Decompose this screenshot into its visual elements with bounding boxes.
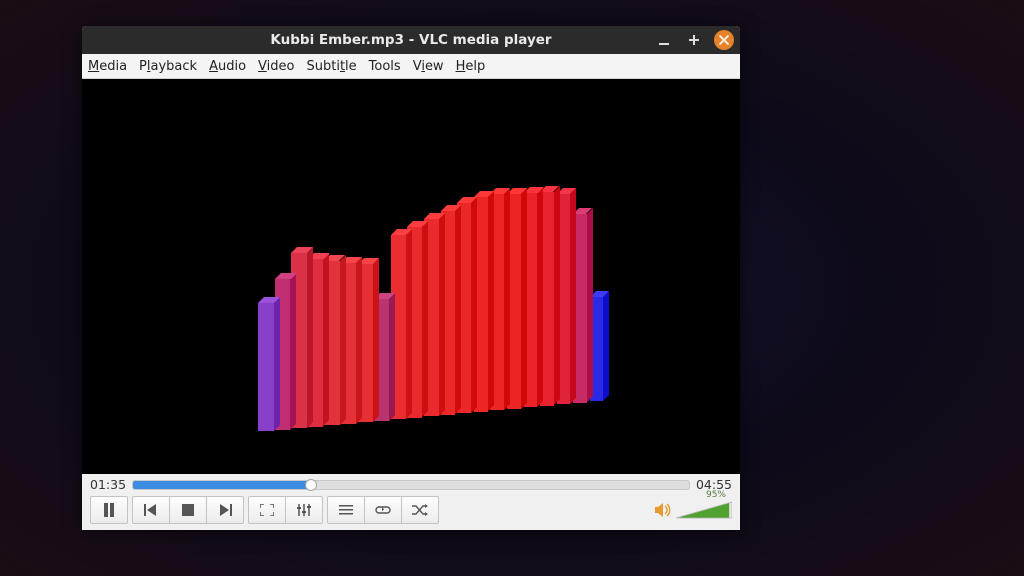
menu-playback[interactable]: Playback <box>139 59 197 74</box>
controls-row: 95% <box>82 492 740 530</box>
playlist-icon <box>339 504 353 516</box>
time-elapsed[interactable]: 01:35 <box>90 477 126 492</box>
menu-help[interactable]: Help <box>456 59 486 74</box>
speaker-icon[interactable] <box>654 502 672 518</box>
titlebar[interactable]: Kubbi Ember.mp3 - VLC media player <box>82 26 740 54</box>
menu-tools[interactable]: Tools <box>369 59 401 74</box>
fullscreen-icon <box>260 504 274 516</box>
pause-button[interactable] <box>90 496 128 524</box>
playlist-button[interactable] <box>327 496 365 524</box>
stop-button[interactable] <box>170 496 207 524</box>
close-button[interactable] <box>714 30 734 50</box>
previous-button[interactable] <box>132 496 170 524</box>
maximize-button[interactable] <box>684 30 704 50</box>
window-controls <box>654 26 734 54</box>
loop-icon <box>375 504 391 516</box>
seek-knob[interactable] <box>305 479 317 491</box>
pause-icon <box>103 503 115 517</box>
fullscreen-button[interactable] <box>248 496 286 524</box>
shuffle-icon <box>412 504 428 516</box>
window-title: Kubbi Ember.mp3 - VLC media player <box>270 32 551 48</box>
video-area[interactable] <box>82 79 740 474</box>
menu-view[interactable]: View <box>413 59 444 74</box>
menu-audio[interactable]: Audio <box>209 59 246 74</box>
menu-video[interactable]: Video <box>258 59 294 74</box>
volume-control: 95% <box>654 501 732 519</box>
extended-settings-button[interactable] <box>286 496 323 524</box>
equalizer-icon <box>297 504 311 516</box>
audio-visualizer <box>82 79 740 474</box>
previous-icon <box>144 504 158 516</box>
seek-row: 01:35 04:55 <box>82 474 740 492</box>
loop-button[interactable] <box>365 496 402 524</box>
next-icon <box>218 504 232 516</box>
menu-media[interactable]: Media <box>88 59 127 74</box>
stop-icon <box>182 504 194 516</box>
menu-subtitle[interactable]: Subtitle <box>306 59 356 74</box>
next-button[interactable] <box>207 496 244 524</box>
volume-percent: 95% <box>706 490 726 500</box>
volume-slider[interactable]: 95% <box>676 501 732 519</box>
vlc-window: Kubbi Ember.mp3 - VLC media player Media… <box>82 26 740 530</box>
seek-fill <box>133 481 311 489</box>
minimize-button[interactable] <box>654 30 674 50</box>
menubar: Media Playback Audio Video Subtitle Tool… <box>82 54 740 79</box>
seek-bar[interactable] <box>132 480 690 490</box>
shuffle-button[interactable] <box>402 496 439 524</box>
